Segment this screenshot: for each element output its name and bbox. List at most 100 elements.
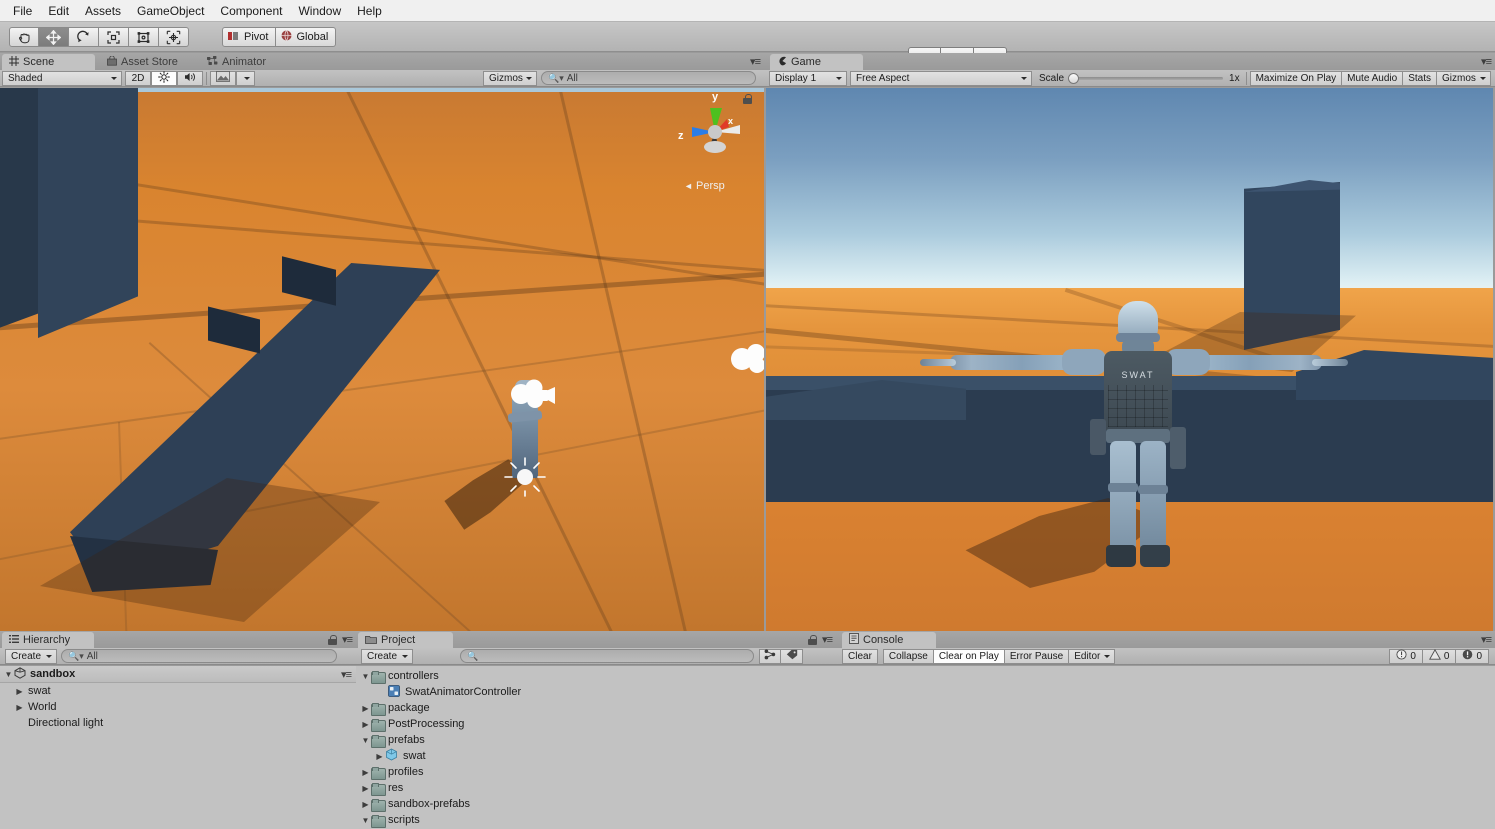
scene-gizmos-dropdown[interactable]: Gizmos (483, 70, 537, 86)
chevron-right-icon[interactable]: ▶ (360, 768, 371, 777)
list-item[interactable]: ▶ swat (356, 748, 836, 764)
pivot-button[interactable]: Pivot (222, 27, 277, 47)
chevron-down-icon[interactable]: ▼ (360, 672, 371, 681)
menu-item-assets[interactable]: Assets (77, 1, 129, 21)
chevron-down-icon[interactable]: ▼ (3, 670, 14, 679)
scene-lock-icon[interactable] (743, 94, 752, 104)
chevron-down-icon[interactable]: ▼ (360, 816, 371, 825)
scene-lighting-toggle[interactable] (151, 70, 177, 86)
chevron-right-icon[interactable]: ▶ (360, 800, 371, 809)
list-item[interactable]: ▶ package (356, 700, 836, 716)
game-scale-slider[interactable]: Scale 1x (1039, 72, 1240, 84)
list-item[interactable]: ▶ PostProcessing (356, 716, 836, 732)
console-warning-counter[interactable]: 0 (1422, 648, 1457, 664)
menu-item-gameobject[interactable]: GameObject (129, 1, 212, 21)
list-item[interactable]: SwatAnimatorController (356, 684, 836, 700)
console-editor-dropdown[interactable]: Editor (1069, 648, 1116, 664)
scene-tab-options[interactable]: ▾≡ (750, 55, 761, 68)
menu-item-component[interactable]: Component (212, 1, 290, 21)
menu-item-edit[interactable]: Edit (40, 1, 77, 21)
game-viewport[interactable]: SWAT (766, 88, 1493, 631)
hierarchy-tab-options[interactable]: ▾≡ (328, 633, 353, 646)
list-item[interactable]: ▼ prefabs (356, 732, 836, 748)
scene-audio-toggle[interactable] (177, 70, 203, 86)
scene-orientation-label[interactable]: ◄ Persp (684, 180, 725, 192)
rotate-tool-button[interactable] (69, 27, 99, 47)
project-create-button[interactable]: Create (361, 648, 413, 664)
tab-scene[interactable]: Scene (2, 54, 95, 70)
hierarchy-scene-row[interactable]: ▼ sandbox ▾≡ (0, 666, 356, 683)
menu-item-help[interactable]: Help (349, 1, 390, 21)
project-search-input[interactable]: 🔍 (460, 649, 754, 663)
console-clear-button[interactable]: Clear (842, 648, 878, 664)
tab-animator[interactable]: Animator (200, 54, 276, 70)
hand-tool-button[interactable] (9, 27, 39, 47)
stats-button[interactable]: Stats (1403, 70, 1437, 86)
game-aspect-dropdown[interactable]: Free Aspect (850, 70, 1032, 86)
project-options-icon[interactable]: ▾≡ (822, 633, 833, 646)
scene-fx-toggle[interactable] (210, 70, 236, 86)
console-error-counter[interactable]: 0 (1456, 648, 1489, 664)
scene-fx-dropdown[interactable] (236, 70, 255, 86)
tab-hierarchy[interactable]: Hierarchy (2, 632, 94, 648)
list-item[interactable]: ▼ controllers (356, 668, 836, 684)
scene-search-input[interactable]: 🔍▾ All (541, 71, 756, 85)
list-item[interactable]: Directional light (0, 715, 356, 731)
game-display-dropdown[interactable]: Display 1 (769, 70, 847, 86)
scene-options-icon[interactable]: ▾≡ (750, 55, 761, 68)
maximize-on-play-button[interactable]: Maximize On Play (1249, 70, 1343, 86)
draw-mode-dropdown[interactable]: Shaded (2, 70, 122, 86)
chevron-down-icon[interactable]: ▼ (360, 736, 371, 745)
mute-audio-button[interactable]: Mute Audio (1342, 70, 1404, 86)
console-collapse-button[interactable]: Collapse (882, 648, 934, 664)
hierarchy-options-icon[interactable]: ▾≡ (342, 633, 353, 646)
camera-gizmo[interactable] (508, 378, 556, 418)
chevron-right-icon[interactable]: ▶ (360, 784, 371, 793)
hierarchy-create-button[interactable]: Create (5, 648, 57, 664)
scene-viewport[interactable]: y z x ◄ Persp (0, 88, 764, 631)
scale-tool-button[interactable] (99, 27, 129, 47)
game-tab-options[interactable]: ▾≡ (1481, 55, 1492, 68)
list-item[interactable]: ▶ profiles (356, 764, 836, 780)
hierarchy-lock-icon[interactable] (328, 634, 338, 645)
scene-axis-gizmo[interactable]: y z x ◄ Persp (674, 90, 754, 200)
project-filter-label-button[interactable] (781, 648, 803, 664)
transform-tool-button[interactable] (159, 27, 189, 47)
hierarchy-body[interactable]: ▼ sandbox ▾≡ ▶ swat ▶ World Directional … (0, 666, 356, 829)
game-gizmos-dropdown[interactable]: Gizmos (1437, 70, 1491, 86)
game-options-icon[interactable]: ▾≡ (1481, 55, 1492, 68)
global-button[interactable]: Global (276, 27, 337, 47)
tab-game[interactable]: Game (770, 54, 863, 70)
rect-tool-button[interactable] (129, 27, 159, 47)
project-tab-options[interactable]: ▾≡ (808, 633, 833, 646)
console-tab-options[interactable]: ▾≡ (1481, 633, 1492, 646)
list-item[interactable]: ▶ World (0, 699, 356, 715)
chevron-right-icon[interactable]: ▶ (14, 687, 25, 696)
tab-console[interactable]: Console (842, 632, 936, 648)
scale-slider-thumb[interactable] (1068, 73, 1080, 84)
toggle-2d-button[interactable]: 2D (125, 70, 151, 86)
light-gizmo[interactable] (503, 456, 547, 498)
console-info-counter[interactable]: 0 (1389, 648, 1423, 664)
chevron-right-icon[interactable]: ▶ (14, 703, 25, 712)
menu-item-window[interactable]: Window (290, 1, 349, 21)
list-item[interactable]: ▶ sandbox-prefabs (356, 796, 836, 812)
list-item[interactable]: ▶ res (356, 780, 836, 796)
chevron-right-icon[interactable]: ▶ (360, 720, 371, 729)
menu-item-file[interactable]: File (5, 1, 40, 21)
game-character[interactable]: SWAT (920, 293, 1348, 613)
hierarchy-scene-options-icon[interactable]: ▾≡ (341, 668, 352, 681)
move-tool-button[interactable] (39, 27, 69, 47)
console-options-icon[interactable]: ▾≡ (1481, 633, 1492, 646)
chevron-right-icon[interactable]: ▶ (360, 704, 371, 713)
tab-asset-store[interactable]: Asset Store (100, 54, 188, 70)
project-body[interactable]: ▼ controllers SwatAnimatorController ▶ p… (356, 666, 836, 829)
project-filter-type-button[interactable] (759, 648, 781, 664)
secondary-gizmo[interactable] (726, 340, 764, 378)
chevron-right-icon[interactable]: ▶ (374, 752, 385, 761)
console-body[interactable] (836, 666, 1495, 829)
console-clear-on-play-button[interactable]: Clear on Play (933, 648, 1005, 664)
list-item[interactable]: ▶ swat (0, 683, 356, 699)
tab-project[interactable]: Project (358, 632, 453, 648)
project-lock-icon[interactable] (808, 634, 818, 645)
